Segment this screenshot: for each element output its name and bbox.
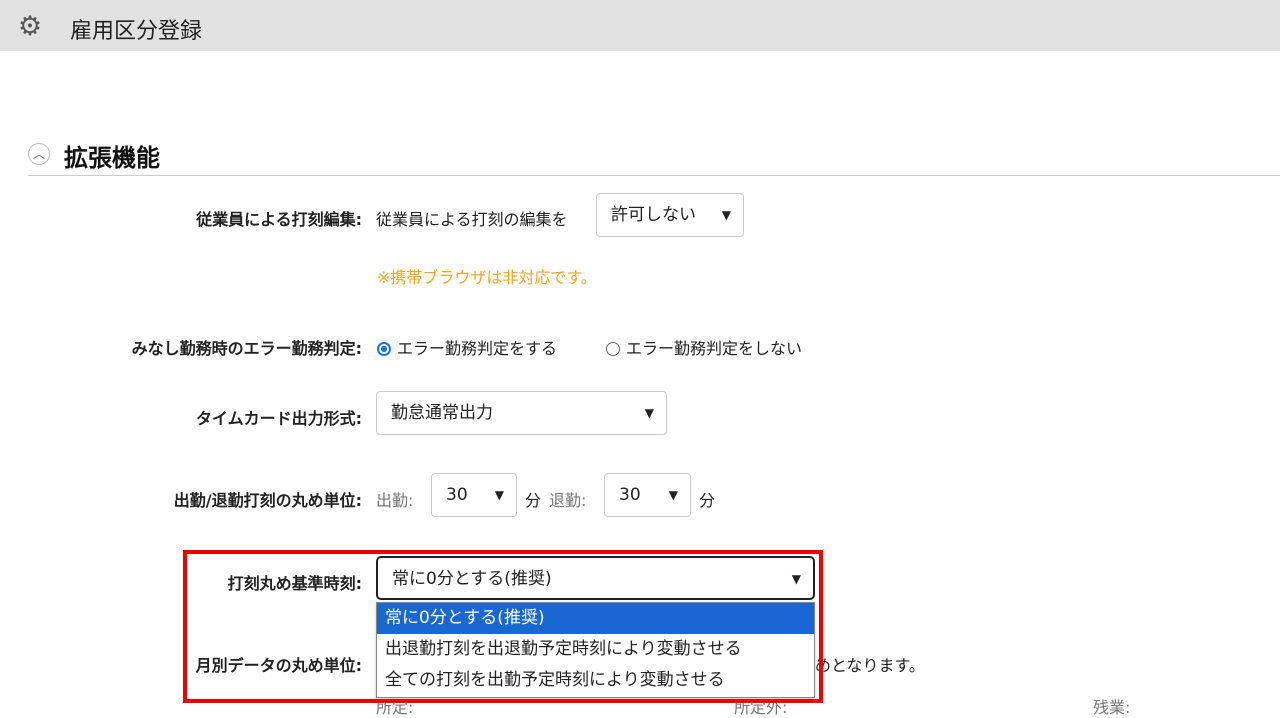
in-label: 出勤: [376, 491, 414, 510]
section-title: 拡張機能 [64, 144, 160, 172]
out-unit: 分 [699, 491, 716, 510]
caret-down-icon: ▼ [644, 406, 654, 420]
timecard-select[interactable]: 勤怠通常出力 ▼ [376, 391, 667, 435]
caret-down-icon: ▼ [721, 208, 731, 222]
timecard-value: 勤怠通常出力 [391, 403, 493, 423]
rounding-label: 出勤/退勤打刻の丸め単位: [173, 491, 362, 510]
out-value: 30 [619, 485, 641, 505]
monthly-overtime-label: 残業: [1093, 698, 1131, 717]
error-judge-label: みなし勤務時のエラー勤務判定: [131, 339, 362, 358]
page-title: 雇用区分登録 [70, 19, 203, 44]
caret-down-icon: ▼ [494, 488, 504, 502]
in-rounding-select[interactable]: 30 ▼ [431, 473, 517, 517]
punch-edit-value: 許可しない [611, 205, 696, 225]
timecard-label: タイムカード出力形式: [195, 409, 362, 428]
gear-icon[interactable]: ⚙ [16, 13, 44, 41]
monthly-trailing-text: めとなります。 [815, 656, 925, 675]
highlight-box [183, 550, 823, 703]
punch-edit-label: 従業員による打刻編集: [196, 210, 362, 229]
radio-error-judge-on[interactable]: エラー勤務判定をする [377, 335, 557, 359]
punch-edit-prefix: 従業員による打刻の編集を [376, 210, 568, 229]
mobile-note: ※携帯ブラウザは非対応です。 [377, 268, 597, 287]
radio-unchecked-icon [606, 342, 620, 356]
header-bar: ⚙ 雇用区分登録 [0, 0, 1280, 51]
in-value: 30 [446, 485, 468, 505]
radio-label: エラー勤務判定をする [397, 339, 558, 358]
radio-label: エラー勤務判定をしない [626, 339, 803, 358]
out-rounding-select[interactable]: 30 ▼ [604, 473, 691, 517]
radio-checked-icon [377, 342, 391, 356]
out-label: 退勤: [549, 491, 587, 510]
in-unit: 分 [525, 491, 542, 510]
punch-edit-select[interactable]: 許可しない ▼ [596, 193, 744, 237]
chevron-up-icon[interactable]: ︿ [28, 143, 50, 165]
section-header: ︿ 拡張機能 [28, 138, 1280, 176]
radio-error-judge-off[interactable]: エラー勤務判定をしない [606, 335, 802, 359]
caret-down-icon: ▼ [668, 488, 678, 502]
